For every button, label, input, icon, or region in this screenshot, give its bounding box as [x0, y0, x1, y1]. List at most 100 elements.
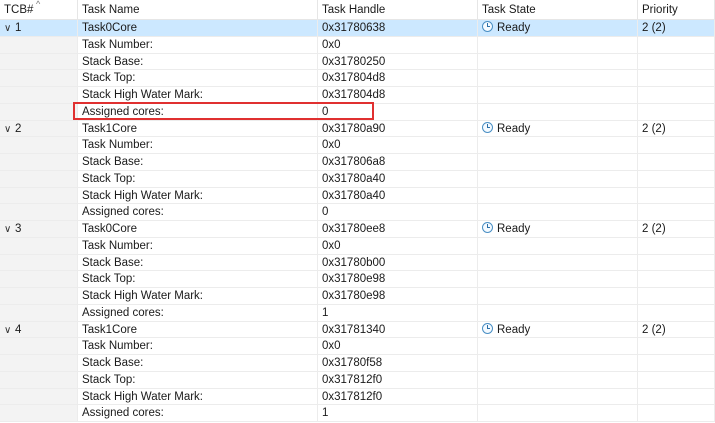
detail-empty	[478, 405, 638, 422]
chevron-down-icon[interactable]: ∨	[4, 122, 15, 137]
tcb-cell[interactable]: ∨ 4	[0, 321, 78, 339]
clock-icon	[482, 21, 493, 32]
detail-label: Stack Base:	[78, 53, 318, 71]
detail-empty	[478, 355, 638, 372]
detail-value: 0x317804d8	[318, 87, 478, 104]
detail-empty	[638, 154, 715, 171]
detail-empty	[638, 405, 715, 422]
detail-label: Stack High Water Mark:	[78, 87, 318, 104]
column-header-task-handle[interactable]: Task Handle	[318, 0, 478, 20]
detail-indent	[0, 204, 78, 221]
detail-value: 0x31780250	[318, 53, 478, 71]
chevron-down-icon[interactable]: ∨	[4, 323, 15, 338]
tcb-cell[interactable]: ∨ 1	[0, 20, 78, 37]
detail-value: 1	[318, 405, 478, 422]
task-name-cell: Task1Core	[78, 321, 318, 339]
detail-empty	[638, 288, 715, 305]
tcb-number: 4	[15, 323, 22, 336]
detail-indent	[0, 187, 78, 205]
detail-value: 0x31780e98	[318, 288, 478, 305]
detail-label: Stack Top:	[78, 170, 318, 188]
detail-empty	[638, 103, 715, 121]
detail-empty	[638, 36, 715, 54]
detail-empty	[638, 53, 715, 71]
detail-empty	[638, 170, 715, 188]
detail-empty	[638, 204, 715, 221]
detail-indent	[0, 371, 78, 389]
detail-empty	[638, 338, 715, 355]
detail-indent	[0, 254, 78, 272]
clock-icon	[482, 222, 493, 233]
chevron-down-icon[interactable]: ∨	[4, 222, 15, 237]
column-header-task-name[interactable]: Task Name	[78, 0, 318, 20]
detail-label: Stack Top:	[78, 371, 318, 389]
detail-value: 0x317812f0	[318, 371, 478, 389]
detail-value: 0x317804d8	[318, 70, 478, 87]
detail-indent	[0, 137, 78, 154]
detail-label: Stack Base:	[78, 355, 318, 372]
detail-indent	[0, 405, 78, 422]
detail-value: 0	[318, 103, 478, 121]
detail-label: Task Number:	[78, 137, 318, 154]
detail-empty	[478, 371, 638, 389]
priority-cell: 2 (2)	[638, 120, 715, 138]
priority-cell: 2 (2)	[638, 321, 715, 339]
detail-label: Assigned cores:	[78, 405, 318, 422]
clock-icon	[482, 322, 493, 334]
column-header-task-handle-label: Task Handle	[322, 4, 386, 16]
column-header-tcb[interactable]: TCB# ^	[0, 0, 78, 20]
detail-empty	[638, 137, 715, 154]
task-name-cell: Task0Core	[78, 20, 318, 37]
detail-empty	[478, 154, 638, 171]
detail-empty	[478, 53, 638, 71]
detail-indent	[0, 338, 78, 355]
tcb-cell[interactable]: ∨ 2	[0, 120, 78, 138]
column-header-task-state[interactable]: Task State	[478, 0, 638, 20]
priority-cell: 2 (2)	[638, 221, 715, 238]
detail-label: Stack High Water Mark:	[78, 388, 318, 406]
task-handle-cell: 0x31781340	[318, 321, 478, 339]
task-state-label: Ready	[497, 122, 531, 135]
detail-value: 0x31780a40	[318, 170, 478, 188]
detail-empty	[638, 371, 715, 389]
detail-indent	[0, 237, 78, 255]
detail-empty	[478, 388, 638, 406]
detail-label: Stack Top:	[78, 70, 318, 87]
detail-value: 0x31780e98	[318, 271, 478, 288]
chevron-down-icon[interactable]: ∨	[4, 21, 15, 36]
detail-indent	[0, 36, 78, 54]
detail-indent	[0, 388, 78, 406]
detail-empty	[478, 87, 638, 104]
detail-label: Task Number:	[78, 36, 318, 54]
column-header-task-state-label: Task State	[482, 4, 536, 16]
task-table: TCB# ^ Task Name Task Handle Task State …	[0, 0, 715, 423]
detail-indent	[0, 170, 78, 188]
detail-empty	[478, 36, 638, 54]
task-state-label: Ready	[497, 223, 531, 235]
clock-icon	[482, 121, 493, 133]
detail-empty	[638, 304, 715, 322]
detail-value: 0x0	[318, 137, 478, 154]
detail-indent	[0, 87, 78, 104]
detail-indent	[0, 70, 78, 87]
detail-empty	[478, 204, 638, 221]
task-state-label: Ready	[497, 323, 531, 336]
detail-empty	[638, 271, 715, 288]
column-header-priority[interactable]: Priority	[638, 0, 715, 20]
detail-label: Stack High Water Mark:	[78, 187, 318, 205]
detail-label: Task Number:	[78, 237, 318, 255]
tcb-cell[interactable]: ∨ 3	[0, 221, 78, 238]
detail-empty	[478, 103, 638, 121]
detail-value: 0x317806a8	[318, 154, 478, 171]
tcb-number: 2	[15, 122, 22, 135]
detail-label: Stack High Water Mark:	[78, 288, 318, 305]
task-state-cell: Ready	[478, 221, 638, 238]
detail-value: 0x0	[318, 338, 478, 355]
detail-empty	[638, 388, 715, 406]
detail-empty	[638, 70, 715, 87]
tcb-number: 1	[15, 22, 22, 34]
detail-empty	[478, 237, 638, 255]
detail-value: 0x0	[318, 237, 478, 255]
sort-up-icon: ^	[36, 0, 41, 9]
detail-value: 1	[318, 304, 478, 322]
